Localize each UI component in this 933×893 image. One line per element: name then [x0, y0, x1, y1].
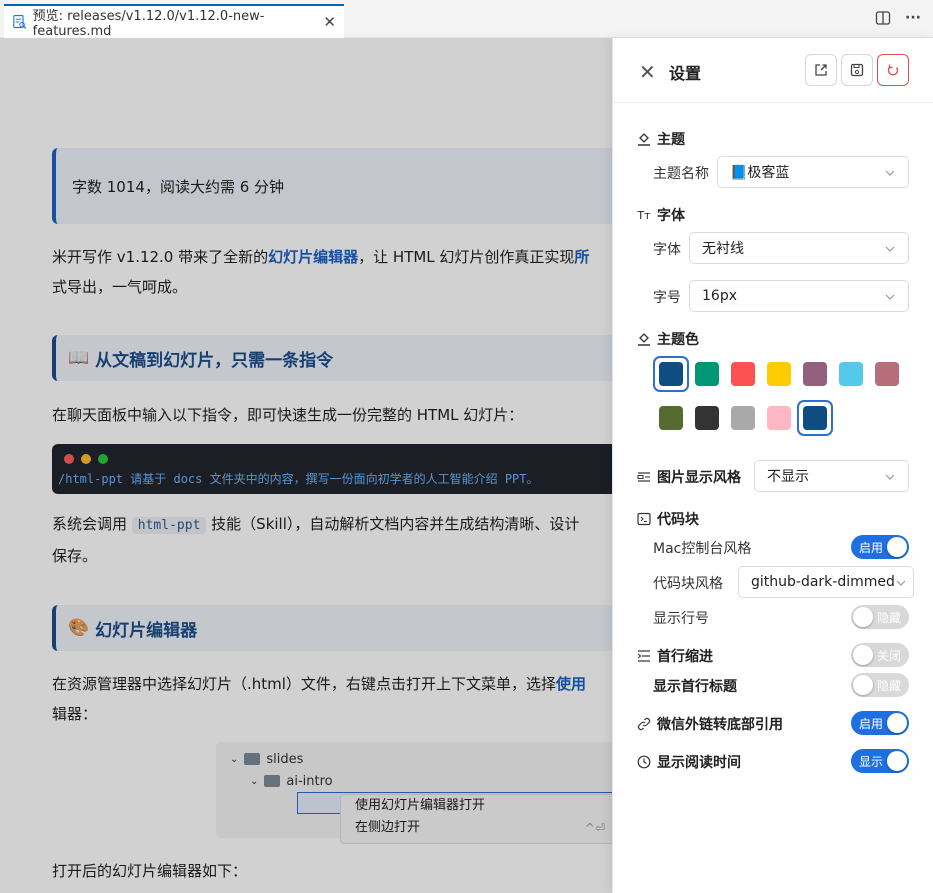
code-block-section-heading: 代码块 [637, 509, 699, 529]
mac-style-label: Mac控制台风格 [653, 541, 752, 557]
color-swatch-custom[interactable] [797, 400, 833, 436]
reading-time-state: 显示 [859, 754, 884, 769]
line-numbers-toggle[interactable]: 隐藏 [851, 605, 909, 629]
reading-time-section-heading: 显示阅读时间 [637, 752, 741, 772]
wechat-links-section-heading: 微信外链转底部引用 [637, 714, 783, 734]
font-section-heading: Tт 字体 [637, 205, 685, 225]
color-swatch[interactable] [689, 400, 725, 436]
color-swatch[interactable] [833, 356, 869, 392]
font-size-label: 字号 [653, 290, 681, 306]
reset-icon [887, 64, 899, 76]
save-settings-button[interactable] [841, 54, 873, 86]
tab-close-icon[interactable]: ✕ [323, 13, 336, 31]
paint-bucket-icon [637, 332, 651, 346]
chevron-down-icon [885, 170, 895, 176]
theme-name-label: 主题名称 [653, 166, 709, 182]
code-style-select[interactable]: github-dark-dimmed [738, 566, 914, 598]
color-swatch[interactable] [761, 400, 797, 436]
indent-icon [637, 649, 651, 663]
modal-backdrop[interactable] [0, 38, 612, 893]
wechat-links-state: 启用 [859, 716, 884, 731]
indent-heading-text: 首行缩进 [657, 649, 713, 665]
line-numbers-state: 隐藏 [876, 610, 901, 625]
font-family-value: 无衬线 [702, 241, 744, 257]
split-editor-icon[interactable] [875, 10, 891, 26]
theme-name-select[interactable]: 📘极客蓝 [717, 156, 909, 188]
settings-title: 设置 [669, 64, 702, 83]
color-swatch[interactable] [653, 356, 689, 392]
theme-color-section-heading: 主题色 [637, 329, 699, 349]
font-size-select[interactable]: 16px [689, 280, 909, 312]
save-icon [850, 63, 864, 77]
color-swatch[interactable] [653, 400, 689, 436]
code-block-heading-text: 代码块 [657, 512, 699, 528]
color-swatch[interactable] [725, 400, 761, 436]
clock-icon [637, 755, 651, 769]
export-icon [815, 64, 827, 76]
wechat-links-heading-text: 微信外链转底部引用 [657, 717, 783, 733]
font-family-label: 字体 [653, 242, 681, 258]
reset-settings-button[interactable] [877, 54, 909, 86]
image-style-heading-text: 图片显示风格 [657, 470, 741, 486]
chevron-down-icon [885, 294, 895, 300]
font-size-value: 16px [702, 288, 737, 304]
color-swatch[interactable] [689, 356, 725, 392]
theme-heading-text: 主题 [657, 132, 685, 148]
code-style-value: github-dark-dimmed [751, 574, 895, 590]
chevron-down-icon [885, 246, 895, 252]
font-family-select[interactable]: 无衬线 [689, 232, 909, 264]
color-swatch[interactable] [761, 356, 797, 392]
settings-header: ✕ 设置 [613, 38, 933, 103]
font-heading-text: 字体 [657, 208, 685, 224]
first-heading-toggle[interactable]: 隐藏 [851, 673, 909, 697]
export-settings-button[interactable] [805, 54, 837, 86]
chevron-down-icon [885, 474, 895, 480]
paint-bucket-icon [637, 132, 651, 146]
preview-file-icon [13, 15, 27, 29]
image-caption-icon [637, 470, 651, 484]
theme-name-value: 📘极客蓝 [730, 165, 790, 181]
wechat-links-toggle[interactable]: 启用 [851, 711, 909, 735]
image-style-value: 不显示 [767, 469, 809, 485]
text-size-icon: Tт [637, 208, 651, 222]
indent-section-heading: 首行缩进 [637, 646, 713, 666]
line-numbers-label: 显示行号 [653, 611, 709, 627]
reading-time-heading-text: 显示阅读时间 [657, 755, 741, 771]
reading-time-toggle[interactable]: 显示 [851, 749, 909, 773]
terminal-icon [637, 512, 651, 526]
image-style-section-heading: 图片显示风格 [637, 467, 741, 487]
color-swatch[interactable] [869, 356, 905, 392]
mac-style-state: 启用 [859, 540, 884, 555]
link-icon [637, 717, 651, 731]
close-settings-icon[interactable]: ✕ [639, 60, 656, 84]
editor-tab-bar: 预览: releases/v1.12.0/v1.12.0-new-feature… [0, 0, 933, 39]
theme-color-heading-text: 主题色 [657, 332, 699, 348]
tab-title: 预览: releases/v1.12.0/v1.12.0-new-feature… [32, 9, 265, 39]
settings-panel: ✕ 设置 主题 主题名称 📘极客蓝 Tт 字体 字体 无衬线 字号 16px 主… [612, 38, 933, 893]
color-swatch[interactable] [725, 356, 761, 392]
theme-section-heading: 主题 [637, 129, 685, 149]
indent-toggle[interactable]: 关闭 [851, 643, 909, 667]
first-heading-label: 显示首行标题 [653, 679, 737, 695]
chevron-down-icon [896, 580, 906, 586]
preview-tab[interactable]: 预览: releases/v1.12.0/v1.12.0-new-feature… [4, 4, 344, 39]
indent-state: 关闭 [876, 648, 901, 663]
image-style-select[interactable]: 不显示 [754, 460, 909, 492]
code-style-label: 代码块风格 [653, 576, 723, 592]
color-swatch[interactable] [797, 356, 833, 392]
mac-style-toggle[interactable]: 启用 [851, 535, 909, 559]
first-heading-state: 隐藏 [876, 678, 901, 693]
more-actions-icon[interactable]: ··· [905, 10, 921, 26]
